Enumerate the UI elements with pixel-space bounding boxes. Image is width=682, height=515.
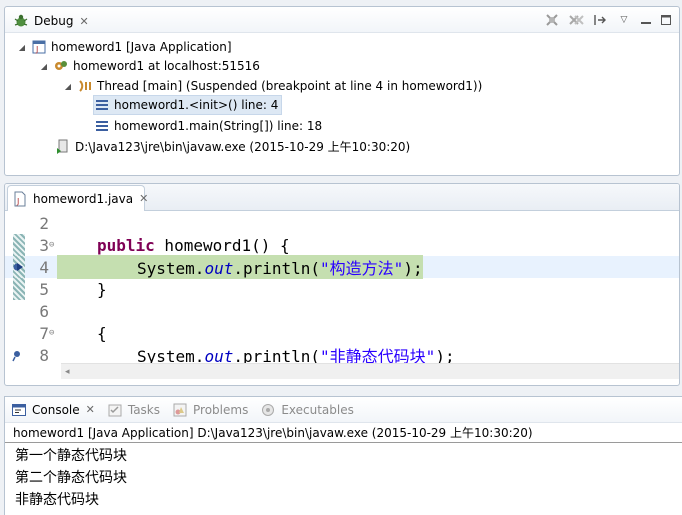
change-ruler-marker bbox=[13, 234, 25, 256]
collapse-arrow-icon[interactable]: ◢ bbox=[17, 43, 27, 52]
console-output[interactable]: 第一个静态代码块 第二个静态代码块 非静态代码块 bbox=[5, 443, 682, 511]
debug-target-icon bbox=[53, 58, 69, 74]
tab-label: homeword1.java bbox=[33, 191, 134, 206]
tab-console[interactable]: Console ✕ bbox=[5, 398, 101, 422]
console-icon bbox=[11, 402, 27, 418]
code-line: 5 } bbox=[5, 278, 679, 300]
code-area[interactable]: 2 3 ⊖ public homeword1() { 4 System.out.… bbox=[5, 212, 679, 366]
tree-item-label: D:\Java123\jre\bin\javaw.exe (2015-10-29… bbox=[75, 139, 411, 154]
remove-launch-icon[interactable] bbox=[543, 11, 561, 29]
line-number: 4 bbox=[39, 257, 49, 277]
tab-problems[interactable]: Problems bbox=[166, 398, 254, 422]
code-line: 3 ⊖ public homeword1() { bbox=[5, 234, 679, 256]
debug-toolbar: ▽ bbox=[543, 11, 673, 29]
svg-text:J: J bbox=[35, 45, 38, 54]
editor-view: J homeword1.java ✕ 2 3 ⊖ public homeword… bbox=[4, 183, 680, 386]
tree-item-label: homeword1.<init>() line: 4 bbox=[114, 98, 279, 112]
tree-item-frame-main[interactable]: homeword1.main(String[]) line: 18 bbox=[94, 116, 322, 136]
view-menu-icon[interactable]: ▽ bbox=[615, 11, 633, 29]
executables-icon bbox=[260, 402, 276, 418]
thread-suspended-icon bbox=[77, 78, 93, 94]
tree-item-target[interactable]: ◢ homeword1 at localhost:51516 bbox=[39, 56, 260, 76]
console-tabbar: Console ✕ Tasks Problems Executables bbox=[5, 397, 682, 423]
bug-icon bbox=[13, 13, 29, 29]
code-text: System.out.println("构造方法"); bbox=[57, 255, 423, 279]
maximize-icon[interactable] bbox=[659, 13, 673, 27]
code-text: public homeword1() { bbox=[97, 235, 290, 255]
line-number: 3 bbox=[39, 235, 49, 255]
tab-tasks[interactable]: Tasks bbox=[101, 398, 166, 422]
tree-item-label: homeword1 at localhost:51516 bbox=[73, 59, 260, 73]
scroll-left-icon[interactable]: ◂ bbox=[65, 367, 70, 377]
process-icon bbox=[55, 138, 71, 154]
change-ruler-marker bbox=[13, 278, 25, 300]
close-icon[interactable]: ✕ bbox=[86, 403, 95, 416]
tree-item-launch[interactable]: ◢ J homeword1 [Java Application] bbox=[17, 37, 232, 57]
problems-icon bbox=[172, 402, 188, 418]
tab-executables[interactable]: Executables bbox=[254, 398, 360, 422]
collapse-arrow-icon[interactable]: ◢ bbox=[63, 82, 73, 91]
svg-text:J: J bbox=[16, 197, 19, 206]
tree-item-label: homeword1.main(String[]) line: 18 bbox=[114, 119, 323, 133]
code-line: 6 bbox=[5, 300, 679, 322]
tasks-icon bbox=[107, 402, 123, 418]
tree-item-process[interactable]: D:\Java123\jre\bin\javaw.exe (2015-10-29… bbox=[55, 136, 410, 156]
code-line: 7 ⊖ { bbox=[5, 322, 679, 344]
step-filter-icon[interactable] bbox=[591, 11, 609, 29]
tree-item-label: homeword1 [Java Application] bbox=[51, 40, 232, 54]
tree-item-frame-init[interactable]: homeword1.<init>() line: 4 bbox=[93, 95, 283, 115]
code-line: 2 bbox=[5, 212, 679, 234]
line-number: 2 bbox=[39, 213, 49, 233]
code-text: { bbox=[97, 323, 107, 343]
remove-all-icon[interactable] bbox=[567, 11, 585, 29]
horizontal-scrollbar[interactable]: ◂ bbox=[61, 363, 679, 379]
collapse-arrow-icon[interactable]: ◢ bbox=[39, 62, 49, 71]
console-output-line: 第一个静态代码块 bbox=[15, 448, 127, 464]
debug-view: Debug ✕ ▽ ◢ J homeword1 [Java Applicatio… bbox=[4, 6, 680, 176]
stack-frame-icon bbox=[94, 97, 110, 113]
close-icon[interactable]: ✕ bbox=[79, 15, 88, 28]
line-number: 8 bbox=[39, 345, 49, 365]
tab-debug[interactable]: Debug ✕ bbox=[9, 9, 95, 33]
code-text: } bbox=[97, 279, 107, 299]
fold-collapse-icon[interactable]: ⊖ bbox=[49, 240, 59, 250]
code-line-current: 4 System.out.println("构造方法"); bbox=[5, 255, 679, 279]
stack-frame-icon bbox=[94, 118, 110, 134]
line-number: 5 bbox=[39, 279, 49, 299]
tree-item-thread[interactable]: ◢ Thread [main] (Suspended (breakpoint a… bbox=[63, 76, 482, 96]
console-output-line: 非静态代码块 bbox=[15, 492, 99, 508]
tree-item-label: Thread [main] (Suspended (breakpoint at … bbox=[97, 79, 483, 93]
java-file-icon: J bbox=[12, 191, 28, 207]
fold-collapse-icon[interactable]: ⊖ bbox=[49, 328, 59, 338]
tab-homeword1-java[interactable]: J homeword1.java ✕ bbox=[7, 185, 148, 211]
console-process-header: homeword1 [Java Application] D:\Java123\… bbox=[5, 423, 682, 443]
console-view: Console ✕ Tasks Problems Executables hom… bbox=[4, 396, 682, 515]
line-number: 6 bbox=[39, 301, 49, 321]
line-number: 7 bbox=[39, 323, 49, 343]
breakpoint-icon[interactable] bbox=[11, 344, 25, 366]
debug-tabbar: Debug ✕ ▽ bbox=[5, 7, 679, 33]
tab-debug-label: Debug bbox=[34, 14, 74, 28]
close-icon[interactable]: ✕ bbox=[139, 192, 148, 205]
editor-tabbar: J homeword1.java ✕ bbox=[5, 184, 679, 211]
minimize-icon[interactable] bbox=[639, 13, 653, 27]
java-app-icon: J bbox=[31, 39, 47, 55]
console-output-line: 第二个静态代码块 bbox=[15, 470, 127, 486]
breakpoint-arrow-icon[interactable] bbox=[11, 256, 25, 278]
